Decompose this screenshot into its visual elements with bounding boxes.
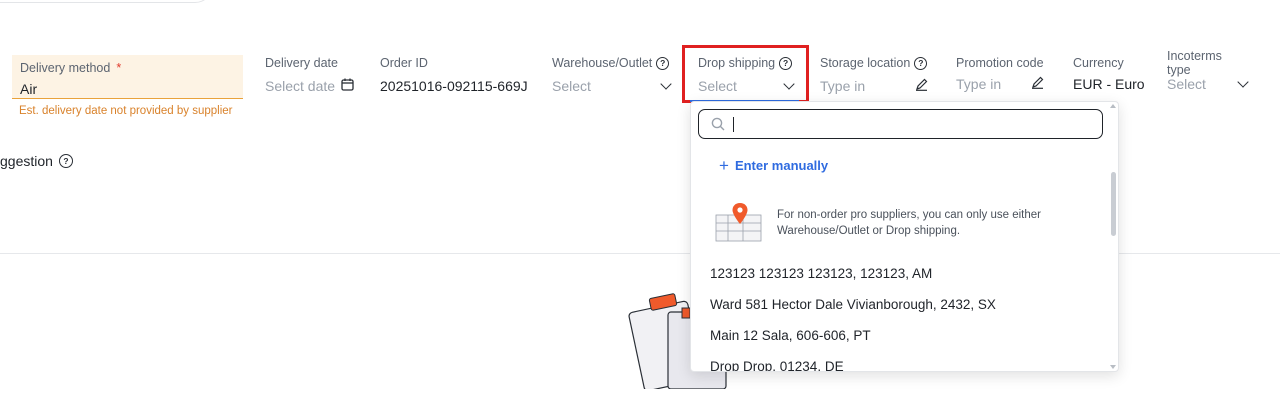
delivery-date-label: Delivery date (265, 56, 338, 70)
plus-icon: + (719, 156, 729, 175)
storage-location-label: Storage location (820, 56, 911, 70)
drop-shipping-dropdown[interactable]: + Enter manually For non-order pro suppl… (690, 101, 1119, 372)
order-id-value: 20251016-092115-669J (380, 78, 528, 94)
info-notice: For non-order pro suppliers, you can onl… (715, 202, 1067, 242)
dropdown-search-input[interactable] (698, 109, 1103, 139)
chevron-down-icon[interactable] (1237, 76, 1249, 88)
drop-shipping-label: Drop shipping (698, 56, 776, 70)
delivery-method-label: Delivery method (20, 61, 111, 75)
suggestion-heading: ggestion ? (0, 153, 73, 169)
map-pin-icon (715, 203, 762, 242)
suggestion-label: ggestion (0, 153, 53, 169)
help-icon[interactable]: ? (656, 56, 670, 70)
drop-shipping-placeholder: Select (698, 78, 737, 94)
incoterms-placeholder: Select (1167, 76, 1206, 92)
required-marker: * (116, 61, 122, 75)
order-id-label: Order ID (380, 56, 428, 70)
warehouse-field[interactable]: Warehouse/Outlet? Select (552, 55, 672, 95)
chevron-down-icon[interactable] (660, 78, 672, 90)
chevron-down-icon[interactable] (783, 78, 795, 90)
storage-location-field[interactable]: Storage location? Type in (820, 55, 928, 95)
currency-field[interactable]: Currency EUR - Euro (1073, 55, 1145, 93)
pencil-icon[interactable] (915, 78, 928, 94)
promotion-code-field[interactable]: Promotion code Type in (956, 55, 1044, 93)
text-caret (733, 116, 734, 132)
search-icon (711, 117, 725, 131)
incoterms-label: Incoterms type (1167, 49, 1222, 77)
delivery-date-placeholder: Select date (265, 78, 336, 94)
info-text: For non-order pro suppliers, you can onl… (777, 209, 1042, 237)
address-option[interactable]: 123123 123123 123123, 123123, AM (710, 266, 932, 281)
help-icon[interactable]: ? (914, 56, 928, 70)
promotion-code-placeholder: Type in (956, 76, 1002, 92)
delivery-date-field[interactable]: Delivery date Select date (265, 55, 354, 95)
promotion-code-label: Promotion code (956, 56, 1044, 70)
enter-manually-label: Enter manually (734, 158, 829, 173)
help-icon[interactable]: ? (58, 154, 73, 168)
incoterms-field[interactable]: Incoterms type Select (1167, 49, 1249, 93)
delivery-warning: Est. delivery date not provided by suppl… (19, 105, 233, 117)
address-option[interactable]: Drop Drop, 01234, DE (710, 359, 844, 371)
address-option[interactable]: Ward 581 Hector Dale Vivianborough, 2432… (710, 297, 996, 312)
order-id-field: Order ID 20251016-092115-669J (380, 55, 528, 95)
scrollbar-thumb[interactable] (1111, 172, 1116, 236)
warehouse-label: Warehouse/Outlet (552, 56, 653, 70)
delivery-method-value: Air (20, 81, 38, 97)
warehouse-placeholder: Select (552, 78, 591, 94)
drop-shipping-field[interactable]: Drop shipping? Select (698, 55, 795, 95)
storage-location-placeholder: Type in (820, 78, 866, 94)
currency-label: Currency (1073, 56, 1124, 70)
delivery-method-field[interactable]: Delivery method * Air (12, 55, 243, 99)
calendar-icon[interactable] (341, 78, 354, 94)
currency-value: EUR - Euro (1073, 76, 1145, 92)
enter-manually-button[interactable]: + Enter manually (719, 156, 829, 175)
top-panel-edge (0, 0, 213, 3)
scroll-down-arrow[interactable] (1110, 365, 1116, 369)
help-icon[interactable]: ? (779, 56, 793, 70)
address-option[interactable]: Main 12 Sala, 606-606, PT (710, 328, 871, 343)
pencil-icon[interactable] (1031, 76, 1044, 92)
scroll-up-arrow[interactable] (1110, 104, 1116, 108)
